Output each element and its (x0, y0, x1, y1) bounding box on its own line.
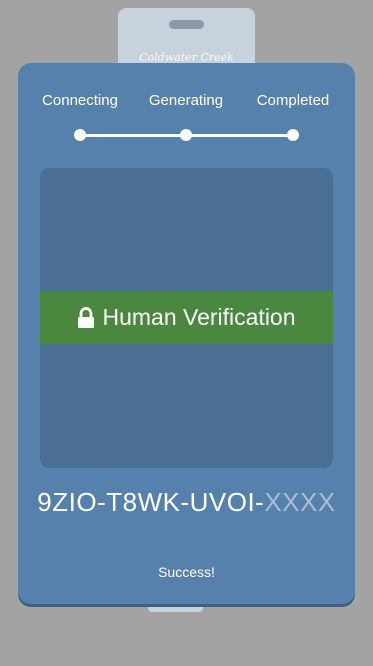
generated-code: 9ZIO-T8WK-UVOI-XXXX (18, 487, 355, 518)
status-message: Success! (158, 564, 215, 580)
step-dot-completed (287, 129, 299, 141)
progress-steps: Connecting Generating Completed (18, 92, 355, 112)
verification-panel: Human Verification (40, 168, 333, 468)
step-dot-generating (180, 129, 192, 141)
generator-modal: Connecting Generating Completed Human Ve… (18, 63, 355, 604)
step-generating-label: Generating (148, 92, 224, 109)
card-hanger-hole (169, 20, 204, 29)
step-dot-connecting (74, 129, 86, 141)
code-masked-part: XXXX (264, 487, 336, 517)
human-verification-button[interactable]: Human Verification (40, 291, 333, 344)
lock-icon (77, 306, 95, 329)
code-visible-part: 9ZIO-T8WK-UVOI- (37, 487, 265, 517)
human-verification-label: Human Verification (102, 304, 296, 330)
step-completed-label: Completed (256, 92, 330, 109)
step-connecting-label: Connecting (42, 92, 118, 109)
